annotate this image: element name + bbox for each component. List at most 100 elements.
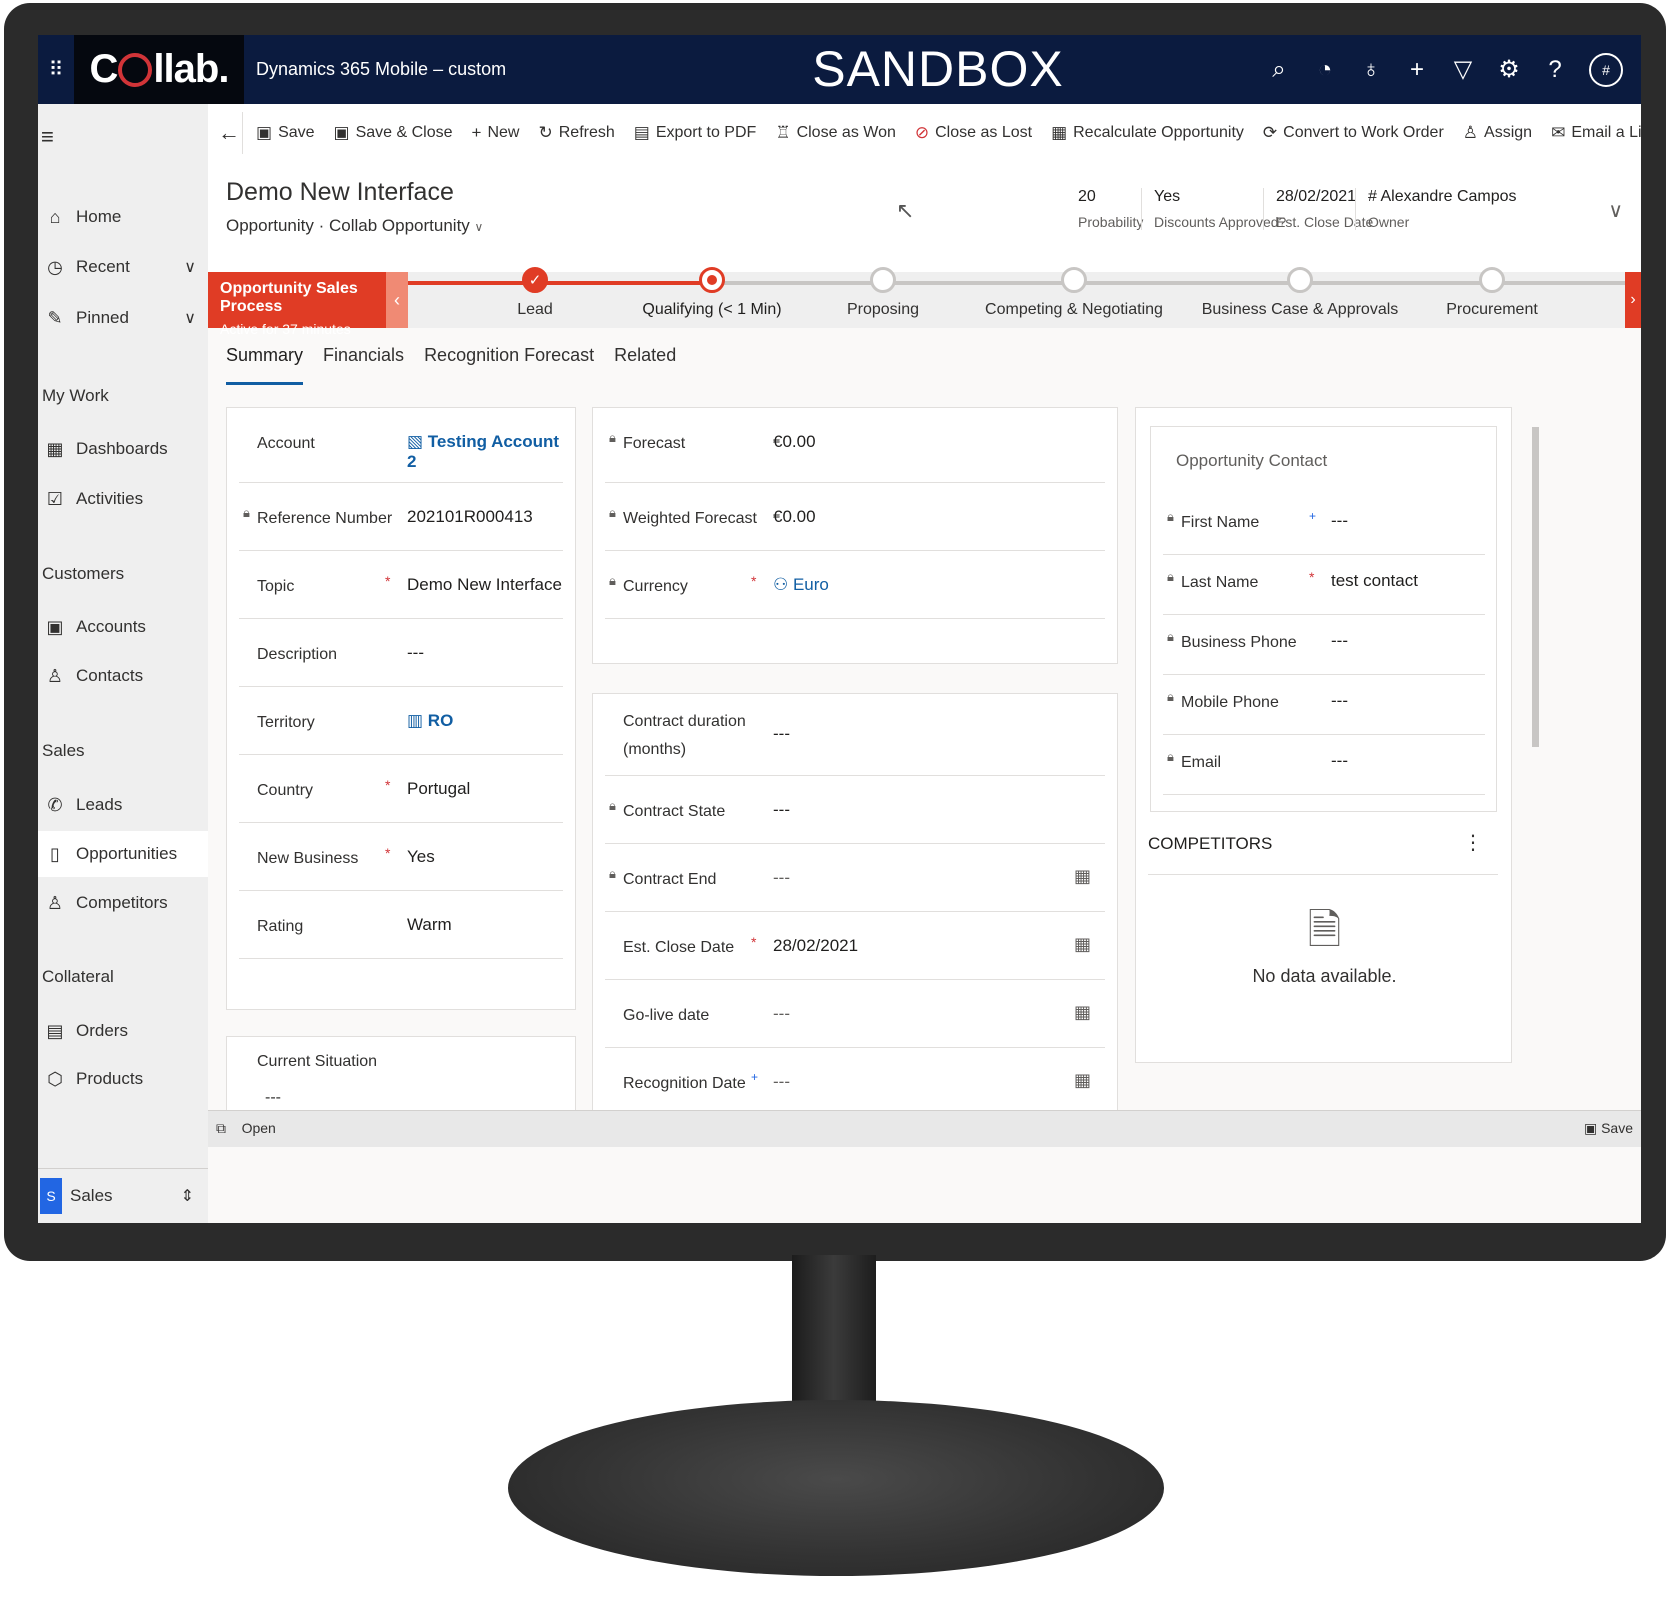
sidebar-item-recent[interactable]: ◷ Recent ∨ [38,244,208,290]
field-value[interactable]: --- [1331,691,1348,711]
field-business-phone[interactable]: 🔒︎ Business Phone --- [1163,615,1485,675]
next-stage-icon[interactable]: › [1625,272,1641,328]
field-value[interactable]: 28/02/2021 [773,936,858,956]
current-situation-value[interactable]: --- [265,1089,281,1107]
calendar-icon[interactable]: ▦ [1074,1002,1091,1023]
company-logo[interactable]: Cllab. [74,35,244,104]
field-email[interactable]: 🔒︎ Email --- [1163,735,1485,795]
stage-proposing[interactable]: Proposing [773,267,993,319]
tab-recognition-forecast[interactable]: Recognition Forecast [424,345,594,385]
email-link-button[interactable]: ✉ Email a Link [1551,123,1641,143]
save-button[interactable]: ▣ Save [256,123,315,143]
field-country[interactable]: Country * Portugal [239,755,563,823]
sidebar-item-contacts[interactable]: ♙ Contacts [38,653,208,699]
field-value[interactable]: test contact [1331,571,1418,591]
calendar-icon[interactable]: ▦ [1074,934,1091,955]
field-recognition-date[interactable]: Recognition Date + --- ▦ [605,1048,1105,1116]
tab-summary[interactable]: Summary [226,345,304,385]
sidebar-item-accounts[interactable]: ▣ Accounts [38,604,208,650]
field-rating[interactable]: Rating Warm [239,891,563,959]
sidebar-item-activities[interactable]: ☑ Activities [38,476,208,522]
refresh-button[interactable]: ↻ Refresh [538,123,614,143]
calendar-icon[interactable]: ▦ [1074,866,1091,887]
recalculate-button[interactable]: ▦ Recalculate Opportunity [1051,123,1244,143]
previous-stage-icon[interactable]: ‹ [386,272,408,328]
area-switcher[interactable]: S Sales ⇕ [38,1168,208,1223]
vertical-scrollbar[interactable] [1531,415,1541,1095]
field-mobile-phone[interactable]: 🔒︎ Mobile Phone --- [1163,675,1485,735]
sidebar-item-dashboards[interactable]: ▦ Dashboards [38,426,208,472]
field-last-name[interactable]: 🔒︎ Last Name * test contact [1163,555,1485,615]
owner-link[interactable]: # Alexandre Campos [1368,188,1517,206]
field-value[interactable]: --- [773,1072,790,1092]
stage-competing[interactable]: Competing & Negotiating [964,267,1184,319]
field-value[interactable]: --- [773,724,790,744]
field-value[interactable]: Demo New Interface [407,575,562,595]
close-as-won-button[interactable]: ♖ Close as Won [775,123,896,143]
app-title[interactable]: Dynamics 365 Mobile – custom [256,35,506,104]
field-go-live-date[interactable]: Go-live date --- ▦ [605,980,1105,1048]
sidebar-item-pinned[interactable]: ✎ Pinned ∨ [38,295,208,341]
currency-link[interactable]: ⚇ Euro [773,575,829,595]
field-new-business[interactable]: New Business * Yes [239,823,563,891]
stage-procurement[interactable]: Procurement [1382,267,1602,319]
sidebar-item-leads[interactable]: ✆ Leads [38,782,208,828]
chevron-down-icon[interactable]: ∨ [184,257,196,277]
sidebar-item-competitors[interactable]: ♙ Competitors [38,880,208,926]
convert-work-order-button[interactable]: ⟳ Convert to Work Order [1263,123,1444,143]
assign-button[interactable]: ♙ Assign [1463,123,1532,143]
task-icon[interactable]: ◔ [1313,56,1337,84]
status-save-button[interactable]: ▣ Save [1584,1120,1633,1137]
required-icon: * [1309,569,1315,585]
open-button[interactable]: ⧉ Open [216,1120,276,1137]
field-first-name[interactable]: 🔒︎ First Name + --- [1163,495,1485,555]
field-topic[interactable]: Topic * Demo New Interface [239,551,563,619]
sidebar-group-collateral: Collateral [42,967,114,986]
sidebar-item-label: Recent [76,257,130,276]
field-contract-duration[interactable]: Contract duration (months) --- [605,694,1105,776]
export-pdf-button[interactable]: ▤ Export to PDF [634,123,757,143]
field-value[interactable]: --- [773,1004,790,1024]
filter-icon[interactable]: ▽ [1451,55,1475,84]
field-description[interactable]: Description --- [239,619,563,687]
chevron-down-icon[interactable]: ∨ [184,308,196,328]
help-icon[interactable]: ? [1543,56,1567,84]
more-options-icon[interactable]: ⋮ [1463,830,1483,855]
search-icon[interactable]: ⌕ [1267,56,1291,84]
new-button[interactable]: + New [472,123,520,143]
calendar-icon[interactable]: ▦ [1074,1070,1091,1091]
sidebar-item-home[interactable]: ⌂ Home [38,194,208,240]
form-selector[interactable]: Collab Opportunity ∨ [329,216,483,235]
field-value[interactable]: --- [407,643,424,663]
stage-business-case[interactable]: Business Case & Approvals [1190,267,1410,319]
lightbulb-icon[interactable]: ♁ [1359,56,1383,84]
field-value[interactable]: --- [1331,751,1348,771]
plus-icon[interactable]: + [1405,56,1429,84]
process-flag[interactable]: Opportunity Sales Process Active for 37 … [208,272,386,337]
territory-link[interactable]: ▥ RO [407,711,453,731]
account-icon: ▣ [46,616,64,637]
field-value[interactable]: Warm [407,915,452,935]
hamburger-menu-icon[interactable]: ≡ [41,124,54,150]
sidebar-item-products[interactable]: ⬡ Products [38,1056,208,1102]
avatar[interactable]: # [1589,52,1623,87]
tab-financials[interactable]: Financials [323,345,404,385]
field-value[interactable]: Portugal [407,779,470,799]
expand-header-chevron-icon[interactable]: ∨ [1608,198,1623,223]
field-value[interactable]: --- [1331,631,1348,651]
scrollbar-thumb[interactable] [1532,427,1539,747]
app-launcher-icon[interactable]: ⠿ [38,35,74,104]
field-label: Topic [257,578,295,595]
close-as-lost-button[interactable]: ⊘ Close as Lost [915,123,1032,143]
field-est-close-date[interactable]: Est. Close Date * 28/02/2021 ▦ [605,912,1105,980]
account-link[interactable]: ▧ Testing Account 2 [407,432,563,472]
save-close-button[interactable]: ▣ Save & Close [334,123,453,143]
chevron-updown-icon[interactable]: ⇕ [181,1186,194,1206]
gear-icon[interactable]: ⚙ [1497,55,1521,84]
back-arrow-icon[interactable]: ← [218,104,240,162]
sidebar-item-orders[interactable]: ▤ Orders [38,1008,208,1054]
sidebar-item-opportunities[interactable]: ▯ Opportunities [38,831,208,877]
field-value[interactable]: Yes [407,847,435,867]
tab-related[interactable]: Related [614,345,676,385]
field-value[interactable]: --- [1331,511,1348,531]
